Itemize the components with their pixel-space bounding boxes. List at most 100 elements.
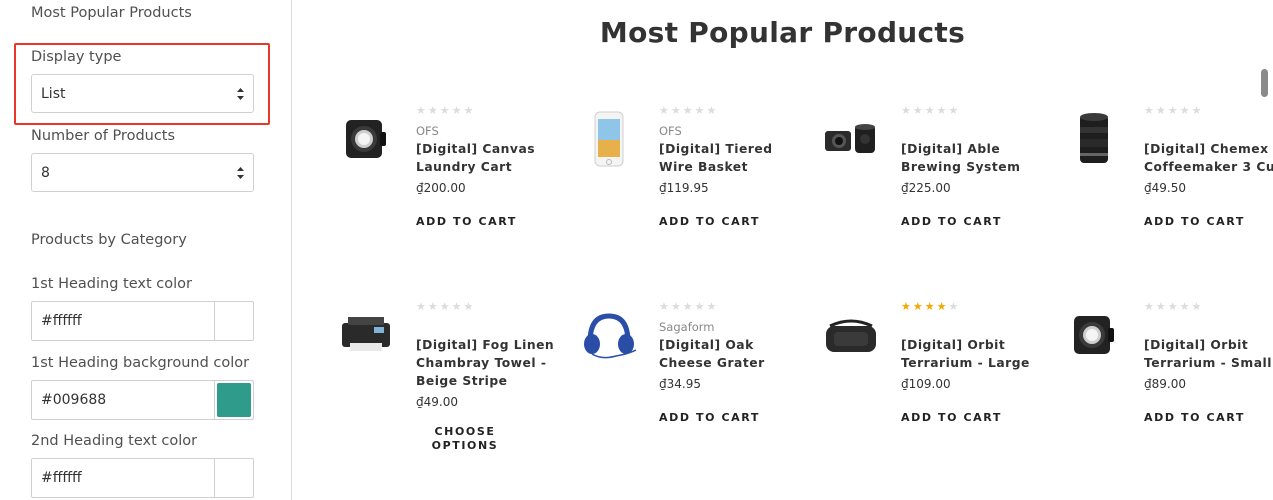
product-vendor <box>1144 123 1273 139</box>
display-type-label: Display type <box>31 49 122 65</box>
star-icon: ★ <box>659 104 669 117</box>
star-icon: ★ <box>924 104 935 117</box>
category-title: Products by Category <box>31 232 187 248</box>
rating-stars: ★ ★ ★ ★ ★ <box>416 105 566 117</box>
star-icon: ★ <box>427 104 438 117</box>
star-icon: ★ <box>706 300 717 313</box>
product-vendor: OFS <box>416 124 439 138</box>
headphones-image[interactable] <box>573 299 645 371</box>
heading1-bg-color-label: 1st Heading background color <box>31 355 250 371</box>
star-icon: ★ <box>439 104 450 117</box>
add-to-cart-button[interactable]: ADD TO CART <box>416 215 566 228</box>
star-icon: ★ <box>682 300 693 313</box>
product-name-link[interactable]: [Digital] Chemex Coffeemaker 3 Cup <box>1144 140 1273 176</box>
product-info: ★ ★ ★ ★ ★ [Digital] Orbit Terrarium - Large ₫1… <box>901 299 1051 425</box>
product-card[interactable]: ★ ★ ★ ★ ★ OFS [Digital] Tiered Wire Basket ₫119… <box>573 103 813 293</box>
product-info: ★ ★ ★ ★ ★ [Digital] Orbit Terrarium - Small ₫8… <box>1144 299 1273 425</box>
star-icon: ★ <box>427 300 438 313</box>
star-icon: ★ <box>1167 300 1178 313</box>
product-info: ★ ★ ★ ★ ★ Sagaform [Digital] Oak Cheese Grater… <box>659 299 809 425</box>
product-price: ₫119.95 <box>659 181 709 195</box>
heading1-bg-color-input[interactable]: #009688 <box>32 381 215 419</box>
scrollbar-thumb[interactable] <box>1261 69 1268 97</box>
add-to-cart-button[interactable]: ADD TO CART <box>659 215 809 228</box>
add-to-cart-button[interactable]: ADD TO CART <box>1144 411 1273 424</box>
product-name-link[interactable]: [Digital] Canvas Laundry Cart <box>416 140 566 176</box>
heading2-text-color-field: #ffffff <box>31 458 254 498</box>
star-icon: ★ <box>451 300 462 313</box>
product-name-link[interactable]: [Digital] Able Brewing System <box>901 140 1051 176</box>
product-vendor <box>416 319 566 335</box>
camera-adapter-image[interactable] <box>330 103 402 175</box>
star-icon: ★ <box>901 300 911 313</box>
star-icon: ★ <box>912 104 923 117</box>
camera-bag-image[interactable] <box>815 299 887 371</box>
product-card[interactable]: ★ ★ ★ ★ ★ [Digital] Able Brewing System ₫225.0… <box>815 103 1055 293</box>
star-icon: ★ <box>948 104 959 117</box>
color-swatch <box>217 383 251 417</box>
color-swatch <box>217 461 251 495</box>
product-card[interactable]: ★ ★ ★ ★ ★ [Digital] Fog Linen Chambray Towel … <box>330 299 570 489</box>
star-icon: ★ <box>463 104 474 117</box>
product-name-link[interactable]: [Digital] Orbit Terrarium - Small <box>1144 336 1273 372</box>
product-info: ★ ★ ★ ★ ★ OFS [Digital] Canvas Laundry Cart ₫20… <box>416 103 566 229</box>
product-info: ★ ★ ★ ★ ★ OFS [Digital] Tiered Wire Basket ₫119… <box>659 103 809 229</box>
product-name-link[interactable]: [Digital] Orbit Terrarium - Large <box>901 336 1051 372</box>
product-name-link[interactable]: [Digital] Fog Linen Chambray Towel - Bei… <box>416 336 566 390</box>
product-card[interactable]: ★ ★ ★ ★ ★ OFS [Digital] Canvas Laundry Cart ₫20… <box>330 103 570 293</box>
product-card[interactable]: ★ ★ ★ ★ ★ Sagaform [Digital] Oak Cheese Grater… <box>573 299 813 489</box>
product-price: ₫109.00 <box>901 377 951 391</box>
product-card[interactable]: ★ ★ ★ ★ ★ [Digital] Orbit Terrarium - Large ₫1… <box>815 299 1055 489</box>
heading1-bg-color-picker[interactable] <box>215 381 253 419</box>
heading1-text-color-label: 1st Heading text color <box>31 276 192 292</box>
star-icon: ★ <box>463 300 474 313</box>
product-name-link[interactable]: [Digital] Oak Cheese Grater <box>659 336 809 372</box>
add-to-cart-button[interactable]: ADD TO CART <box>659 411 809 424</box>
heading2-text-color-picker[interactable] <box>215 459 253 497</box>
star-icon: ★ <box>706 104 717 117</box>
rating-stars: ★ ★ ★ ★ ★ <box>659 105 809 117</box>
add-to-cart-button[interactable]: ADD TO CART <box>901 411 1051 424</box>
star-icon: ★ <box>416 104 426 117</box>
settings-sidebar: Most Popular Products Display type List … <box>0 0 292 500</box>
printer-image[interactable] <box>330 299 402 371</box>
smartphone-image[interactable] <box>573 103 645 175</box>
heading2-text-color-input[interactable]: #ffffff <box>32 459 215 497</box>
number-of-products-value: 8 <box>41 164 50 181</box>
select-arrows-icon <box>237 166 244 179</box>
number-of-products-label: Number of Products <box>31 128 176 144</box>
camera-lens-image[interactable] <box>1058 103 1130 175</box>
number-of-products-select[interactable]: 8 <box>31 153 254 192</box>
star-icon: ★ <box>682 104 693 117</box>
section-title: Most Popular Products <box>31 5 192 21</box>
star-icon: ★ <box>670 104 681 117</box>
add-to-cart-button[interactable]: ADD TO CART <box>901 215 1051 228</box>
rating-stars: ★ ★ ★ ★ ★ <box>1144 301 1273 313</box>
product-card[interactable]: ★ ★ ★ ★ ★ [Digital] Orbit Terrarium - Small ₫8… <box>1058 299 1273 489</box>
heading1-text-color-input[interactable]: #ffffff <box>32 302 215 340</box>
display-type-value: List <box>41 85 66 102</box>
star-icon: ★ <box>1179 104 1190 117</box>
product-name-link[interactable]: [Digital] Tiered Wire Basket <box>659 140 809 176</box>
product-price: ₫34.95 <box>659 377 701 391</box>
choose-options-button[interactable]: CHOOSE OPTIONS <box>416 425 514 453</box>
heading1-bg-color-field: #009688 <box>31 380 254 420</box>
star-icon: ★ <box>416 300 426 313</box>
star-icon: ★ <box>694 104 705 117</box>
heading1-text-color-picker[interactable] <box>215 302 253 340</box>
star-icon: ★ <box>924 300 935 313</box>
product-card[interactable]: ★ ★ ★ ★ ★ [Digital] Chemex Coffeemaker 3 Cup ₫… <box>1058 103 1273 293</box>
star-icon: ★ <box>912 300 923 313</box>
product-vendor <box>1144 319 1273 335</box>
add-to-cart-button[interactable]: ADD TO CART <box>1144 215 1273 228</box>
rating-stars: ★ ★ ★ ★ ★ <box>901 105 1051 117</box>
mirrorless-camera-image[interactable] <box>815 103 887 175</box>
star-icon: ★ <box>948 300 959 313</box>
product-price: ₫49.00 <box>416 395 458 409</box>
star-icon: ★ <box>1191 104 1202 117</box>
camera-adapter-image[interactable] <box>1058 299 1130 371</box>
rating-stars: ★ ★ ★ ★ ★ <box>659 301 809 313</box>
star-icon: ★ <box>451 104 462 117</box>
display-type-select[interactable]: List <box>31 74 254 113</box>
star-icon: ★ <box>1167 104 1178 117</box>
